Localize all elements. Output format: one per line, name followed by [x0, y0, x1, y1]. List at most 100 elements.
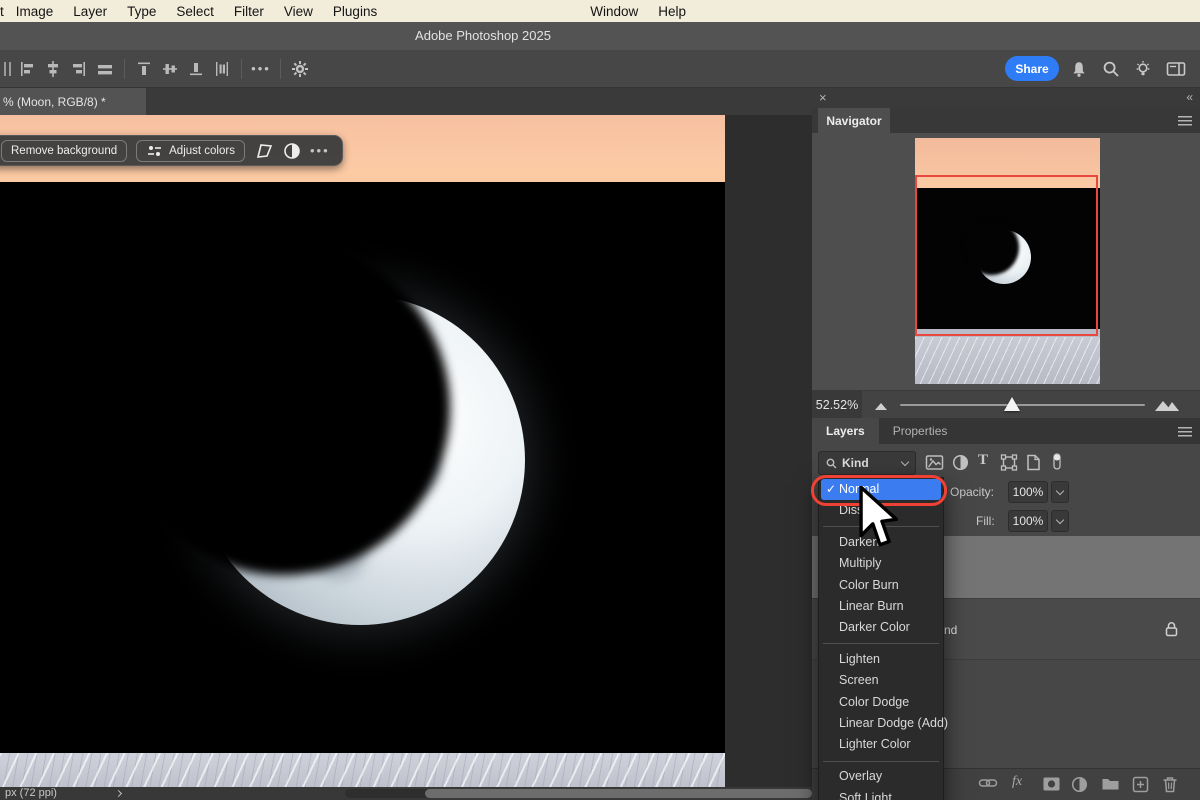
sliders-icon [146, 144, 163, 158]
adjustment-half-circle-icon[interactable] [283, 142, 301, 160]
menu-bar: t Image Layer Type Select Filter View Pl… [0, 0, 1200, 22]
more-options-icon[interactable]: ••• [248, 59, 274, 79]
menu-item-filter[interactable]: Filter [224, 4, 274, 19]
gear-icon[interactable] [287, 59, 313, 79]
opacity-chevron[interactable] [1051, 481, 1069, 503]
blend-mode-option[interactable]: Dissolve [819, 500, 943, 521]
navigator-thumbnail[interactable] [915, 138, 1100, 384]
zoom-slider-thumb[interactable] [1004, 397, 1020, 411]
align-right-edges-icon[interactable] [66, 59, 92, 79]
adjustment-layer-icon[interactable] [1071, 776, 1088, 793]
align-horizontal-centers-icon[interactable] [40, 59, 66, 79]
menu-item-image[interactable]: Image [6, 4, 64, 19]
new-group-folder-icon[interactable] [1101, 776, 1120, 791]
lock-icon[interactable] [1164, 621, 1179, 637]
panel-dock-header: × « [812, 88, 1200, 108]
document-canvas[interactable] [0, 115, 725, 787]
bell-icon[interactable] [1070, 60, 1088, 78]
smart-object-filter-icon[interactable] [1026, 454, 1041, 471]
menu-item-window[interactable]: Window [580, 4, 648, 19]
shape-layer-filter-icon[interactable] [1000, 454, 1018, 471]
menu-separator [819, 638, 943, 649]
navigator-tab-row: Navigator [812, 108, 1200, 133]
document-tab[interactable]: % (Moon, RGB/8) * [0, 88, 146, 115]
kind-chevron-icon [901, 457, 909, 465]
photoshop-window: t Image Layer Type Select Filter View Pl… [0, 0, 1200, 800]
horizontal-scrollbar-thumb[interactable] [425, 789, 812, 798]
distribute-bottom-icon[interactable] [183, 59, 209, 79]
document-info[interactable]: px (72 ppi) [5, 787, 57, 800]
distribute-vertical-icon[interactable] [209, 59, 235, 79]
transform-icon[interactable] [254, 142, 274, 160]
title-bar: Adobe Photoshop 2025 [0, 22, 1200, 50]
kind-search-icon [826, 458, 837, 469]
menu-item-plugins[interactable]: Plugins [323, 4, 387, 19]
pixel-layer-filter-icon[interactable] [925, 454, 944, 471]
link-layers-icon[interactable] [978, 776, 998, 790]
blend-mode-option[interactable]: Lighter Color [819, 734, 943, 755]
blend-mode-option-normal[interactable]: ✓ Normal [821, 479, 941, 500]
layer-mask-icon[interactable] [1042, 776, 1061, 792]
taskbar-more-icon[interactable]: ••• [310, 143, 330, 158]
zoom-percentage-field[interactable]: 52.52% [812, 391, 862, 419]
panels-layout-icon[interactable] [1166, 60, 1186, 78]
remove-background-button[interactable]: Remove background [1, 140, 127, 162]
search-icon[interactable] [1102, 60, 1120, 78]
tab-layers[interactable]: Layers [812, 418, 879, 444]
fill-value[interactable]: 100% [1008, 510, 1048, 532]
type-layer-filter-icon[interactable]: T [978, 452, 988, 469]
tab-properties[interactable]: Properties [879, 418, 962, 444]
share-button[interactable]: Share [1005, 56, 1059, 81]
blend-mode-option[interactable]: Linear Burn [819, 596, 943, 617]
new-layer-icon[interactable] [1132, 776, 1149, 793]
menu-item-help[interactable]: Help [648, 4, 696, 19]
distribute-top-icon[interactable] [131, 59, 157, 79]
blend-mode-option[interactable]: Screen [819, 670, 943, 691]
blend-mode-option[interactable]: Lighten [819, 649, 943, 670]
menu-item-layer[interactable]: Layer [63, 4, 117, 19]
menu-item-select[interactable]: Select [166, 4, 224, 19]
close-icon[interactable]: × [819, 90, 827, 105]
options-divider [124, 59, 125, 79]
blend-mode-option[interactable]: Darken [819, 532, 943, 553]
thumb-snow [915, 337, 1100, 384]
fill-label: Fill: [976, 514, 995, 528]
status-chevron-icon[interactable] [115, 790, 122, 797]
navigator-panel-menu-icon[interactable] [1178, 116, 1192, 126]
distribute-horizontal-centers-icon[interactable] [157, 59, 183, 79]
opacity-value[interactable]: 100% [1008, 481, 1048, 503]
tab-navigator[interactable]: Navigator [818, 108, 890, 133]
filter-toggle-pin-icon[interactable] [1052, 452, 1062, 471]
zoom-out-mountain-icon[interactable] [874, 400, 888, 411]
blend-mode-option[interactable]: Multiply [819, 553, 943, 574]
lightbulb-icon[interactable] [1134, 60, 1152, 78]
delete-layer-trash-icon[interactable] [1162, 776, 1178, 793]
blend-mode-option[interactable]: Overlay [819, 766, 943, 787]
menu-item-type[interactable]: Type [117, 4, 166, 19]
blend-mode-option[interactable]: Color Dodge [819, 692, 943, 713]
blend-mode-option[interactable]: Darker Color [819, 617, 943, 638]
align-top-edges-icon[interactable] [92, 59, 118, 79]
menu-item-view[interactable]: View [274, 4, 323, 19]
layer-filter-kind-dropdown[interactable]: Kind [818, 451, 916, 475]
navigator-zoom-row: 52.52% [812, 390, 1200, 418]
contextual-task-bar: Remove background Adjust colors ••• [0, 135, 343, 166]
options-divider [241, 59, 242, 79]
adjust-colors-label: Adjust colors [169, 145, 235, 157]
zoom-slider-track[interactable] [900, 404, 1145, 406]
menu-separator [819, 756, 943, 767]
blend-mode-menu: ✓ Normal Dissolve Darken Multiply Color … [818, 477, 944, 800]
adjustment-layer-filter-icon[interactable] [952, 454, 969, 471]
adjust-colors-button[interactable]: Adjust colors [136, 140, 245, 162]
blend-mode-option[interactable]: Color Burn [819, 575, 943, 596]
image-snow-band [0, 753, 725, 787]
layers-panel-menu-icon[interactable] [1178, 427, 1192, 437]
navigator-proxy-view-box[interactable] [915, 175, 1098, 336]
collapse-panels-icon[interactable]: « [1186, 90, 1192, 104]
layer-style-fx-icon[interactable]: fx [1012, 774, 1022, 790]
blend-mode-option[interactable]: Linear Dodge (Add) [819, 713, 943, 734]
zoom-in-mountain-icon[interactable] [1154, 397, 1180, 412]
fill-chevron[interactable] [1051, 510, 1069, 532]
align-left-edges-icon[interactable] [14, 59, 40, 79]
blend-mode-option[interactable]: Soft Light [819, 788, 943, 800]
